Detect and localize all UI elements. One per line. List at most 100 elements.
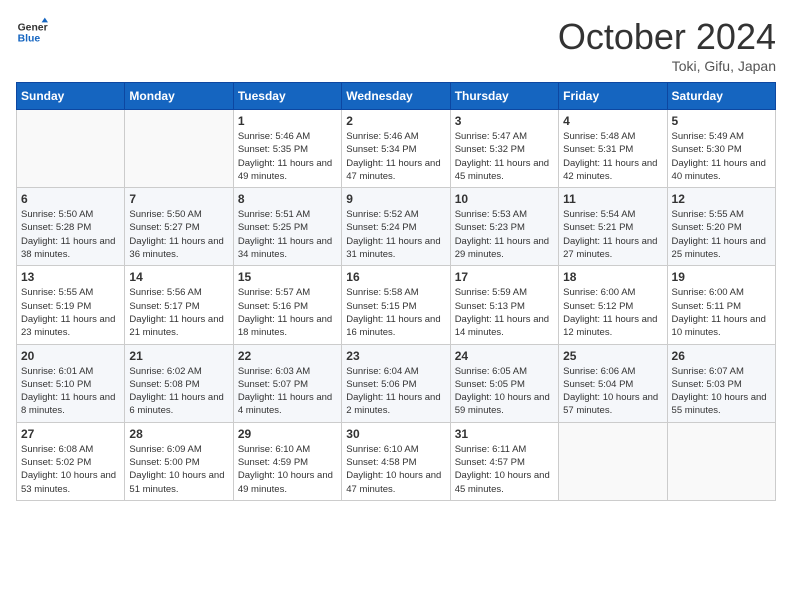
location: Toki, Gifu, Japan bbox=[558, 58, 776, 74]
day-number: 12 bbox=[672, 192, 771, 206]
calendar-cell: 4 Sunrise: 5:48 AM Sunset: 5:31 PM Daylig… bbox=[559, 110, 667, 188]
day-number: 28 bbox=[129, 427, 228, 441]
calendar-cell: 12 Sunrise: 5:55 AM Sunset: 5:20 PM Dayli… bbox=[667, 188, 775, 266]
calendar-cell bbox=[17, 110, 125, 188]
calendar-week-row: 27Sunrise: 6:08 AM Sunset: 5:02 PM Dayli… bbox=[17, 422, 776, 500]
calendar-cell: 27Sunrise: 6:08 AM Sunset: 5:02 PM Dayli… bbox=[17, 422, 125, 500]
day-info: Sunrise: 6:01 AM Sunset: 5:10 PM Dayligh… bbox=[21, 365, 120, 418]
day-number: 1 bbox=[238, 114, 337, 128]
day-number: 22 bbox=[238, 349, 337, 363]
day-info: Sunrise: 5:46 AM Sunset: 5:34 PM Dayligh… bbox=[346, 130, 445, 183]
calendar-cell: 8 Sunrise: 5:51 AM Sunset: 5:25 PM Daylig… bbox=[233, 188, 341, 266]
day-number: 23 bbox=[346, 349, 445, 363]
day-info: Sunrise: 5:58 AM Sunset: 5:15 PM Dayligh… bbox=[346, 286, 445, 339]
day-number: 24 bbox=[455, 349, 554, 363]
calendar-cell: 7 Sunrise: 5:50 AM Sunset: 5:27 PM Daylig… bbox=[125, 188, 233, 266]
calendar-week-row: 13 Sunrise: 5:55 AM Sunset: 5:19 PM Dayli… bbox=[17, 266, 776, 344]
day-number: 3 bbox=[455, 114, 554, 128]
logo-icon: General Blue bbox=[16, 16, 48, 48]
day-info: Sunrise: 5:49 AM Sunset: 5:30 PM Dayligh… bbox=[672, 130, 771, 183]
day-info: Sunrise: 5:56 AM Sunset: 5:17 PM Dayligh… bbox=[129, 286, 228, 339]
day-number: 31 bbox=[455, 427, 554, 441]
calendar-cell: 26 Sunrise: 6:07 AM Sunset: 5:03 PM Dayli… bbox=[667, 344, 775, 422]
day-info: Sunrise: 5:53 AM Sunset: 5:23 PM Dayligh… bbox=[455, 208, 554, 261]
calendar-cell: 21Sunrise: 6:02 AM Sunset: 5:08 PM Dayli… bbox=[125, 344, 233, 422]
weekday-header: Wednesday bbox=[342, 83, 450, 110]
day-info: Sunrise: 5:55 AM Sunset: 5:20 PM Dayligh… bbox=[672, 208, 771, 261]
calendar-cell: 2 Sunrise: 5:46 AM Sunset: 5:34 PM Daylig… bbox=[342, 110, 450, 188]
svg-text:Blue: Blue bbox=[18, 34, 41, 45]
calendar-cell bbox=[559, 422, 667, 500]
weekday-header: Monday bbox=[125, 83, 233, 110]
day-number: 30 bbox=[346, 427, 445, 441]
day-info: Sunrise: 5:50 AM Sunset: 5:27 PM Dayligh… bbox=[129, 208, 228, 261]
day-info: Sunrise: 6:10 AM Sunset: 4:59 PM Dayligh… bbox=[238, 443, 337, 496]
calendar-table: SundayMondayTuesdayWednesdayThursdayFrid… bbox=[16, 82, 776, 501]
logo: General Blue bbox=[16, 16, 48, 48]
calendar-cell: 1 Sunrise: 5:46 AM Sunset: 5:35 PM Daylig… bbox=[233, 110, 341, 188]
svg-text:General: General bbox=[18, 22, 48, 33]
calendar-cell: 11 Sunrise: 5:54 AM Sunset: 5:21 PM Dayli… bbox=[559, 188, 667, 266]
day-number: 4 bbox=[563, 114, 662, 128]
day-info: Sunrise: 5:57 AM Sunset: 5:16 PM Dayligh… bbox=[238, 286, 337, 339]
day-info: Sunrise: 6:06 AM Sunset: 5:04 PM Dayligh… bbox=[563, 365, 662, 418]
day-number: 20 bbox=[21, 349, 120, 363]
weekday-header: Tuesday bbox=[233, 83, 341, 110]
day-number: 11 bbox=[563, 192, 662, 206]
calendar-cell bbox=[125, 110, 233, 188]
day-info: Sunrise: 5:47 AM Sunset: 5:32 PM Dayligh… bbox=[455, 130, 554, 183]
day-number: 25 bbox=[563, 349, 662, 363]
calendar-cell: 5Sunrise: 5:49 AM Sunset: 5:30 PM Daylig… bbox=[667, 110, 775, 188]
calendar-cell: 15 Sunrise: 5:57 AM Sunset: 5:16 PM Dayli… bbox=[233, 266, 341, 344]
day-number: 8 bbox=[238, 192, 337, 206]
day-info: Sunrise: 6:04 AM Sunset: 5:06 PM Dayligh… bbox=[346, 365, 445, 418]
calendar-cell: 30 Sunrise: 6:10 AM Sunset: 4:58 PM Dayli… bbox=[342, 422, 450, 500]
calendar-cell: 13 Sunrise: 5:55 AM Sunset: 5:19 PM Dayli… bbox=[17, 266, 125, 344]
calendar-cell: 25 Sunrise: 6:06 AM Sunset: 5:04 PM Dayli… bbox=[559, 344, 667, 422]
calendar-cell: 28 Sunrise: 6:09 AM Sunset: 5:00 PM Dayli… bbox=[125, 422, 233, 500]
day-info: Sunrise: 5:51 AM Sunset: 5:25 PM Dayligh… bbox=[238, 208, 337, 261]
calendar-cell bbox=[667, 422, 775, 500]
page-header: General Blue October 2024 Toki, Gifu, Ja… bbox=[16, 16, 776, 74]
calendar-cell: 17Sunrise: 5:59 AM Sunset: 5:13 PM Dayli… bbox=[450, 266, 558, 344]
weekday-header-row: SundayMondayTuesdayWednesdayThursdayFrid… bbox=[17, 83, 776, 110]
calendar-cell: 3 Sunrise: 5:47 AM Sunset: 5:32 PM Daylig… bbox=[450, 110, 558, 188]
day-info: Sunrise: 5:55 AM Sunset: 5:19 PM Dayligh… bbox=[21, 286, 120, 339]
calendar-cell: 10 Sunrise: 5:53 AM Sunset: 5:23 PM Dayli… bbox=[450, 188, 558, 266]
day-number: 14 bbox=[129, 270, 228, 284]
day-number: 21 bbox=[129, 349, 228, 363]
day-number: 27 bbox=[21, 427, 120, 441]
day-info: Sunrise: 6:00 AM Sunset: 5:11 PM Dayligh… bbox=[672, 286, 771, 339]
day-number: 13 bbox=[21, 270, 120, 284]
day-number: 10 bbox=[455, 192, 554, 206]
day-info: Sunrise: 5:50 AM Sunset: 5:28 PM Dayligh… bbox=[21, 208, 120, 261]
day-info: Sunrise: 5:46 AM Sunset: 5:35 PM Dayligh… bbox=[238, 130, 337, 183]
day-number: 17 bbox=[455, 270, 554, 284]
calendar-week-row: 6Sunrise: 5:50 AM Sunset: 5:28 PM Daylig… bbox=[17, 188, 776, 266]
calendar-cell: 18Sunrise: 6:00 AM Sunset: 5:12 PM Dayli… bbox=[559, 266, 667, 344]
day-info: Sunrise: 5:52 AM Sunset: 5:24 PM Dayligh… bbox=[346, 208, 445, 261]
day-info: Sunrise: 5:48 AM Sunset: 5:31 PM Dayligh… bbox=[563, 130, 662, 183]
day-info: Sunrise: 6:05 AM Sunset: 5:05 PM Dayligh… bbox=[455, 365, 554, 418]
day-number: 9 bbox=[346, 192, 445, 206]
calendar-cell: 20 Sunrise: 6:01 AM Sunset: 5:10 PM Dayli… bbox=[17, 344, 125, 422]
calendar-cell: 9 Sunrise: 5:52 AM Sunset: 5:24 PM Daylig… bbox=[342, 188, 450, 266]
day-number: 26 bbox=[672, 349, 771, 363]
calendar-cell: 6Sunrise: 5:50 AM Sunset: 5:28 PM Daylig… bbox=[17, 188, 125, 266]
day-number: 18 bbox=[563, 270, 662, 284]
month-title: October 2024 bbox=[558, 16, 776, 58]
day-info: Sunrise: 6:09 AM Sunset: 5:00 PM Dayligh… bbox=[129, 443, 228, 496]
day-info: Sunrise: 5:54 AM Sunset: 5:21 PM Dayligh… bbox=[563, 208, 662, 261]
calendar-week-row: 20 Sunrise: 6:01 AM Sunset: 5:10 PM Dayli… bbox=[17, 344, 776, 422]
calendar-cell: 16Sunrise: 5:58 AM Sunset: 5:15 PM Dayli… bbox=[342, 266, 450, 344]
day-info: Sunrise: 6:10 AM Sunset: 4:58 PM Dayligh… bbox=[346, 443, 445, 496]
weekday-header: Friday bbox=[559, 83, 667, 110]
day-number: 7 bbox=[129, 192, 228, 206]
calendar-cell: 19Sunrise: 6:00 AM Sunset: 5:11 PM Dayli… bbox=[667, 266, 775, 344]
calendar-cell: 22Sunrise: 6:03 AM Sunset: 5:07 PM Dayli… bbox=[233, 344, 341, 422]
day-info: Sunrise: 6:07 AM Sunset: 5:03 PM Dayligh… bbox=[672, 365, 771, 418]
weekday-header: Thursday bbox=[450, 83, 558, 110]
day-number: 2 bbox=[346, 114, 445, 128]
weekday-header: Sunday bbox=[17, 83, 125, 110]
day-number: 15 bbox=[238, 270, 337, 284]
